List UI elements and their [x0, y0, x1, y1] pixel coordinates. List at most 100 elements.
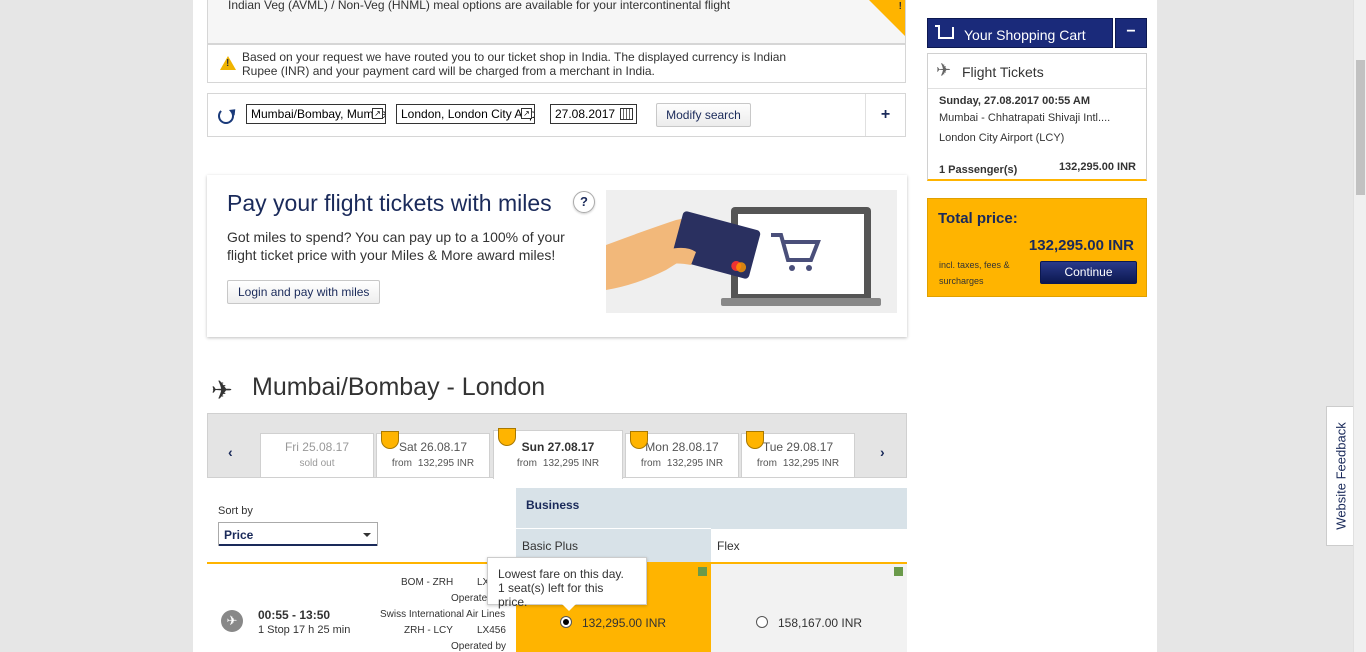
- date-tab-from: from: [391, 458, 412, 469]
- flight-date: Sunday, 27.08.2017 00:55 AM: [939, 95, 1091, 107]
- miles-promo: Pay your flight tickets with miles ? Got…: [207, 175, 907, 337]
- date-tab-price-row: from 132,295 INR: [626, 458, 738, 469]
- next-dates-button[interactable]: ›: [880, 444, 885, 460]
- total-value: 132,295.00 INR: [1028, 237, 1134, 254]
- scrollbar-thumb[interactable]: [1356, 60, 1365, 195]
- calendar-icon[interactable]: [620, 108, 633, 120]
- route-heading: ✈ Mumbai/Bombay - London: [211, 373, 711, 405]
- card-laptop-illustration: [606, 190, 897, 313]
- external-link-icon[interactable]: ↗: [521, 108, 532, 119]
- shopping-cart-button[interactable]: Your Shopping Cart: [927, 18, 1113, 48]
- sort-value: Price: [224, 528, 254, 542]
- fare-price: 132,295.00 INR: [582, 616, 667, 630]
- carrier-name: Swiss International Air Lines: [380, 609, 506, 620]
- destination-value: London, London City Airport: [401, 107, 535, 121]
- lowest-price-badge: [746, 431, 764, 449]
- tooltip-line: 1 seat(s) left for this price.: [498, 581, 604, 609]
- expand-search-button[interactable]: +: [865, 94, 905, 136]
- sort-select[interactable]: Price: [218, 522, 378, 546]
- scrollbar[interactable]: [1353, 0, 1366, 652]
- total-price-box: Total price: 132,295.00 INR incl. taxes,…: [927, 198, 1147, 297]
- fare-column-flex: Flex: [711, 528, 907, 562]
- flight-destination: London City Airport (LCY): [939, 132, 1065, 144]
- date-tab-price-row: from 132,295 INR: [742, 458, 854, 469]
- login-pay-miles-button[interactable]: Login and pay with miles: [227, 280, 381, 304]
- date-tab-from: from: [516, 458, 537, 469]
- fare-radio[interactable]: [756, 616, 768, 628]
- flight-tickets-summary: ✈ Flight Tickets Sunday, 27.08.2017 00:5…: [927, 53, 1147, 181]
- continue-button[interactable]: Continue: [1040, 261, 1137, 284]
- corner-mark: !: [898, 1, 902, 12]
- routing-notice-text: Based on your request we have routed you…: [242, 50, 787, 78]
- lowest-price-badge: [498, 428, 516, 446]
- date-tab-price: 132,295 INR: [666, 458, 724, 469]
- flight-times: 00:55 - 13:50: [258, 608, 331, 622]
- cart-title: Your Shopping Cart: [964, 27, 1086, 43]
- tickets-heading: Flight Tickets: [962, 64, 1044, 80]
- date-tab-price: 132,295 INR: [542, 458, 600, 469]
- date-tab-price-row: from 132,295 INR: [377, 458, 489, 469]
- date-tab[interactable]: Mon 28.08.17 from 132,295 INR: [625, 431, 739, 478]
- destination-field[interactable]: London, London City Airport ↗: [396, 104, 535, 124]
- cart-icon: [935, 25, 954, 39]
- origin-field[interactable]: Mumbai/Bombay, Mumbai ↗: [246, 104, 386, 124]
- promo-description: Got miles to spend? You can pay up to a …: [227, 229, 565, 263]
- fare-price: 158,167.00 INR: [778, 616, 863, 630]
- sort-label: Sort by: [218, 505, 253, 517]
- ticket-amount: 132,295.00 INR: [1058, 161, 1136, 173]
- total-label: Total price:: [938, 210, 1018, 227]
- segment-flight-number: LX456: [477, 625, 506, 636]
- passenger-count: 1 Passenger(s): [939, 164, 1018, 176]
- date-tab-from: from: [756, 458, 777, 469]
- availability-indicator: [894, 567, 903, 576]
- flight-origin: Mumbai - Chhatrapati Shivaji Intl....: [939, 112, 1111, 124]
- segment-operated: Operated by: [451, 641, 507, 652]
- help-button[interactable]: ?: [573, 191, 595, 213]
- date-field[interactable]: 27.08.2017: [550, 104, 637, 124]
- date-tab[interactable]: Sat 26.08.17 from 132,295 INR: [376, 431, 490, 478]
- search-bar: Mumbai/Bombay, Mumbai ↗ London, London C…: [207, 93, 906, 137]
- availability-indicator: [698, 567, 707, 576]
- external-link-icon[interactable]: ↗: [372, 108, 383, 119]
- date-tab[interactable]: Tue 29.08.17 from 132,295 INR: [741, 431, 855, 478]
- date-tab-date: Fri 25.08.17: [284, 440, 350, 454]
- date-tab[interactable]: Fri 25.08.17 sold out: [260, 433, 374, 478]
- date-tab-price: 132,295 INR: [417, 458, 475, 469]
- collapse-cart-button[interactable]: −: [1115, 18, 1147, 48]
- segment-route: ZRH - LCY: [404, 625, 453, 636]
- feedback-label: Website Feedback: [1333, 422, 1348, 530]
- date-selector: ‹ Fri 25.08.17 sold out Sat 26.08.17 fro…: [207, 413, 907, 479]
- fare-cell-flex[interactable]: 158,167.00 INR: [711, 564, 907, 652]
- origin-value: Mumbai/Bombay, Mumbai: [251, 107, 386, 121]
- fare-radio-selected[interactable]: [560, 616, 572, 628]
- meal-notice-corner: !: [868, 0, 905, 37]
- website-feedback-tab[interactable]: Website Feedback: [1326, 406, 1354, 546]
- warning-icon: [220, 56, 236, 70]
- date-value: 27.08.2017: [555, 107, 616, 121]
- fare-tooltip: Lowest fare on this day. 1 seat(s) left …: [487, 557, 647, 611]
- divider: [928, 88, 1146, 89]
- tooltip-line: Lowest fare on this day.: [498, 567, 624, 581]
- route-title: Mumbai/Bombay - London: [252, 373, 546, 401]
- flight-duration: 1 Stop 17 h 25 min: [258, 624, 351, 636]
- airplane-icon: ✈: [221, 610, 243, 632]
- lowest-price-badge: [381, 431, 399, 449]
- refresh-icon[interactable]: [218, 108, 234, 124]
- promo-title: Pay your flight tickets with miles: [227, 190, 552, 216]
- lowest-price-badge: [630, 431, 648, 449]
- date-tab-selected[interactable]: Sun 27.08.17 from 132,295 INR: [493, 428, 623, 479]
- total-note: incl. taxes, fees & surcharges: [939, 260, 1010, 286]
- date-tab-price-row: from 132,295 INR: [494, 458, 622, 469]
- date-tab-price: 132,295 INR: [782, 458, 840, 469]
- meal-notice-text: Indian Veg (AVML) / Non-Veg (HNML) meal …: [228, 0, 731, 12]
- segment-route: BOM - ZRH: [401, 577, 454, 588]
- prev-dates-button[interactable]: ‹: [228, 444, 233, 460]
- routing-notice: Based on your request we have routed you…: [207, 44, 906, 83]
- meal-options-notice: Indian Veg (AVML) / Non-Veg (HNML) meal …: [207, 0, 906, 44]
- airplane-icon: ✈: [211, 375, 233, 405]
- date-tab-price: sold out: [299, 458, 335, 469]
- modify-search-button[interactable]: Modify search: [656, 103, 751, 127]
- date-tab-from: from: [640, 458, 661, 469]
- sort-underline: [219, 544, 377, 546]
- cabin-header: Business: [516, 488, 907, 528]
